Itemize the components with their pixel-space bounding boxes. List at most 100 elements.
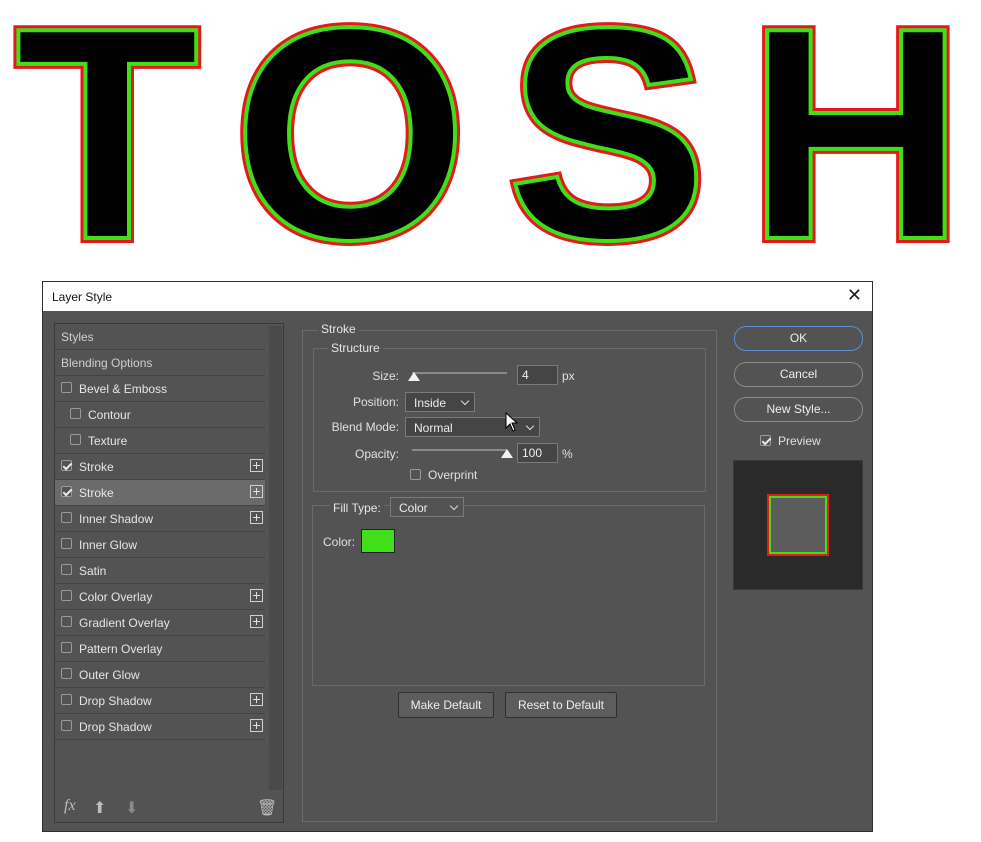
- arrow-up-icon[interactable]: ⬆: [93, 798, 106, 818]
- blend-mode-dropdown[interactable]: Normal: [405, 417, 540, 437]
- add-style-icon[interactable]: [250, 615, 263, 628]
- ok-button[interactable]: OK: [734, 326, 863, 351]
- style-checkbox[interactable]: [61, 460, 72, 471]
- style-item-label: Inner Shadow: [79, 512, 154, 526]
- style-item-texture[interactable]: Texture: [55, 428, 265, 454]
- stroke-group-label: Stroke: [318, 322, 359, 336]
- style-item-label: Blending Options: [61, 356, 153, 370]
- add-style-icon[interactable]: [250, 459, 263, 472]
- size-slider-track[interactable]: [412, 372, 507, 374]
- style-item-stroke[interactable]: Stroke: [55, 454, 265, 480]
- style-item-label: Outer Glow: [79, 668, 140, 682]
- style-checkbox[interactable]: [61, 382, 72, 393]
- fx-icon[interactable]: fx: [64, 797, 76, 815]
- style-item-label: Satin: [79, 564, 107, 578]
- style-item-drop-shadow[interactable]: Drop Shadow: [55, 688, 265, 714]
- fill-type-dropdown[interactable]: Color: [390, 497, 464, 517]
- style-item-label: Drop Shadow: [79, 694, 152, 708]
- style-item-label: Inner Glow: [79, 538, 138, 552]
- style-checkbox[interactable]: [61, 668, 72, 679]
- dialog-titlebar: Layer Style ✕: [43, 282, 872, 311]
- style-item-satin[interactable]: Satin: [55, 558, 265, 584]
- style-item-label: Drop Shadow: [79, 720, 152, 734]
- color-label: Color:: [322, 535, 355, 549]
- position-dropdown[interactable]: Inside: [405, 392, 475, 412]
- blend-mode-label: Blend Mode:: [331, 420, 399, 434]
- style-item-label: Texture: [88, 434, 128, 448]
- style-checkbox[interactable]: [61, 642, 72, 653]
- preview-swatch: [767, 494, 829, 556]
- mouse-cursor-icon: [505, 412, 519, 432]
- position-label: Position:: [352, 395, 399, 409]
- arrow-down-icon[interactable]: ⬇: [125, 798, 138, 818]
- opacity-slider-thumb[interactable]: [501, 449, 513, 458]
- reset-to-default-button[interactable]: Reset to Default: [505, 692, 617, 718]
- opacity-label: Opacity:: [354, 447, 399, 461]
- style-item-label: Stroke: [79, 460, 114, 474]
- canvas-text: TOSH TOSH: [0, 0, 981, 260]
- style-item-color-overlay[interactable]: Color Overlay: [55, 584, 265, 610]
- style-item-stroke[interactable]: Stroke: [55, 480, 265, 506]
- style-checkbox[interactable]: [61, 486, 72, 497]
- dialog-title: Layer Style: [52, 290, 113, 304]
- styles-bottom-toolbar: fx ⬆ ⬇ 🗑: [55, 792, 283, 822]
- style-checkbox[interactable]: [70, 408, 81, 419]
- style-item-label: Bevel & Emboss: [79, 382, 168, 396]
- style-item-styles[interactable]: Styles: [55, 324, 265, 350]
- size-label: Size:: [372, 369, 399, 383]
- style-checkbox[interactable]: [61, 538, 72, 549]
- chevron-down-icon: [525, 421, 535, 431]
- new-style-button[interactable]: New Style...: [734, 397, 863, 422]
- style-checkbox[interactable]: [61, 590, 72, 601]
- style-item-label: Stroke: [79, 486, 114, 500]
- make-default-button[interactable]: Make Default: [398, 692, 494, 718]
- style-item-pattern-overlay[interactable]: Pattern Overlay: [55, 636, 265, 662]
- layer-style-dialog: Layer Style ✕ Styles Blending Options Beve…: [42, 281, 873, 832]
- style-item-inner-glow[interactable]: Inner Glow: [55, 532, 265, 558]
- style-item-bevel-emboss[interactable]: Bevel & Emboss: [55, 376, 265, 402]
- size-unit: px: [562, 369, 575, 383]
- style-item-label: Color Overlay: [79, 590, 153, 604]
- add-style-icon[interactable]: [250, 693, 263, 706]
- stroke-color-swatch[interactable]: [361, 529, 395, 553]
- add-style-icon[interactable]: [250, 589, 263, 602]
- canvas-tosh-inner-stroke: TOSH: [15, 0, 965, 260]
- fill-type-value: Color: [399, 501, 428, 515]
- size-input[interactable]: 4: [517, 365, 558, 385]
- opacity-slider-track[interactable]: [412, 449, 507, 451]
- preview-checkbox[interactable]: [760, 435, 772, 446]
- add-style-icon[interactable]: [250, 719, 263, 732]
- opacity-unit: %: [562, 447, 573, 461]
- add-style-icon[interactable]: [250, 485, 263, 498]
- preview-label: Preview: [778, 434, 821, 448]
- cancel-button[interactable]: Cancel: [734, 362, 863, 387]
- chevron-down-icon: [449, 501, 459, 511]
- opacity-input[interactable]: 100: [517, 443, 558, 463]
- blend-mode-value: Normal: [414, 421, 453, 435]
- style-checkbox[interactable]: [61, 616, 72, 627]
- style-item-gradient-overlay[interactable]: Gradient Overlay: [55, 610, 265, 636]
- overprint-checkbox[interactable]: [410, 469, 421, 480]
- style-checkbox[interactable]: [61, 564, 72, 575]
- overprint-label: Overprint: [428, 468, 478, 482]
- add-style-icon[interactable]: [250, 511, 263, 524]
- style-item-outer-glow[interactable]: Outer Glow: [55, 662, 265, 688]
- style-item-label: Contour: [88, 408, 131, 422]
- style-item-contour[interactable]: Contour: [55, 402, 265, 428]
- size-slider-thumb[interactable]: [407, 372, 420, 381]
- trash-icon[interactable]: 🗑: [257, 798, 277, 818]
- style-checkbox[interactable]: [61, 720, 72, 731]
- style-checkbox[interactable]: [70, 434, 81, 445]
- style-item-blending-options[interactable]: Blending Options: [55, 350, 265, 376]
- styles-scrollbar[interactable]: [269, 326, 282, 790]
- style-checkbox[interactable]: [61, 512, 72, 523]
- style-item-label: Gradient Overlay: [79, 616, 170, 630]
- style-checkbox[interactable]: [61, 694, 72, 705]
- position-value: Inside: [414, 396, 447, 410]
- style-item-drop-shadow[interactable]: Drop Shadow: [55, 714, 265, 740]
- style-item-inner-shadow[interactable]: Inner Shadow: [55, 506, 265, 532]
- close-icon[interactable]: ✕: [847, 285, 862, 306]
- style-item-label: Pattern Overlay: [79, 642, 163, 656]
- styles-list-panel: Styles Blending Options Bevel & Emboss Cont…: [54, 323, 284, 823]
- chevron-down-icon: [460, 396, 470, 406]
